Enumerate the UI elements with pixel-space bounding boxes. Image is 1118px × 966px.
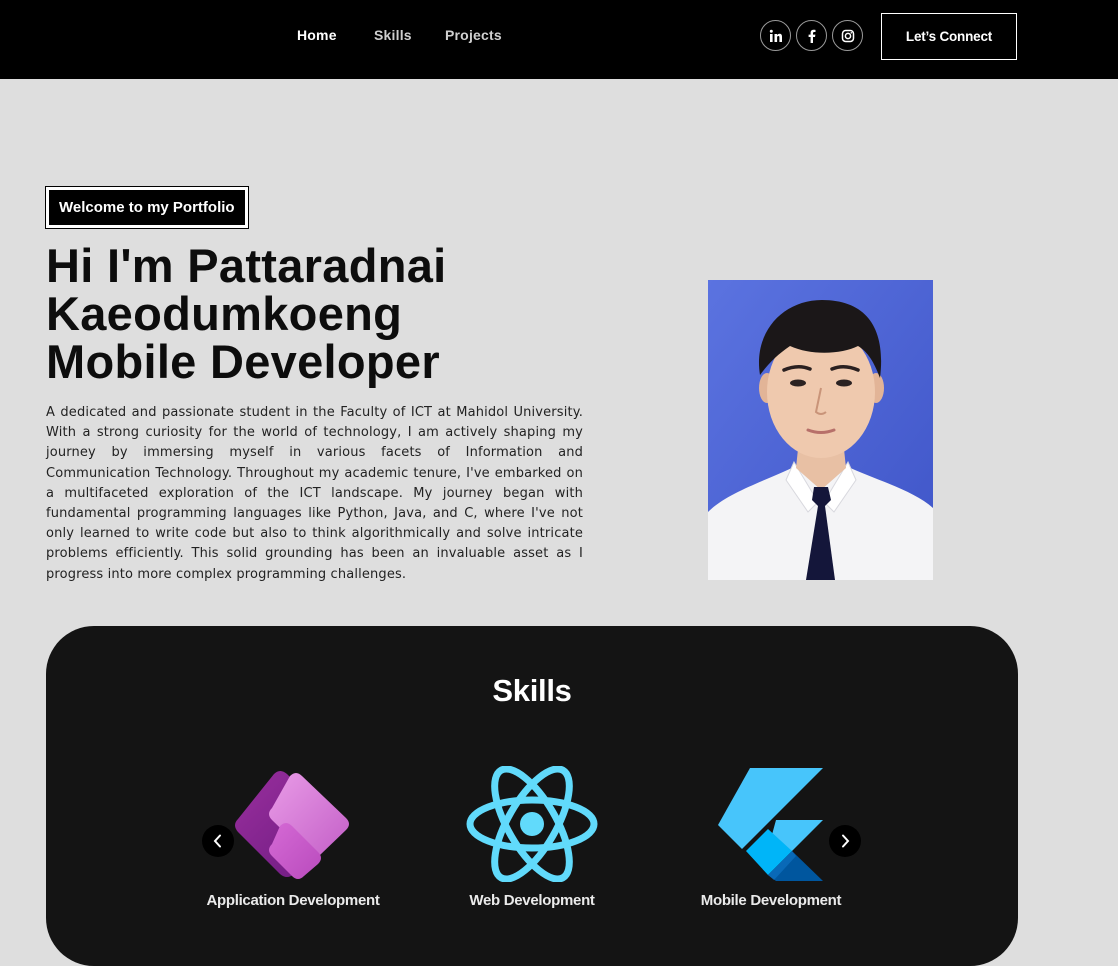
- power-apps-icon: [232, 768, 354, 885]
- profile-photo: [708, 280, 933, 580]
- flutter-icon: [718, 768, 826, 887]
- hero-title-line-2: Kaeodumkoeng: [46, 287, 403, 340]
- skill-label-application-development: Application Development: [206, 892, 380, 909]
- hero-title: Hi I'm Pattaradnai Kaeodumkoeng Mobile D…: [46, 242, 606, 386]
- nav-link-skills[interactable]: Skills: [374, 27, 412, 43]
- skill-label-mobile-development: Mobile Development: [700, 892, 842, 909]
- facebook-icon[interactable]: [796, 20, 827, 51]
- chevron-right-icon: [842, 834, 850, 848]
- lets-connect-button[interactable]: Let’s Connect: [881, 13, 1017, 60]
- hero-description: A dedicated and passionate student in th…: [46, 405, 583, 582]
- navbar: Home Skills Projects Let’s Connect: [0, 0, 1118, 79]
- nav-link-home[interactable]: Home: [297, 27, 337, 43]
- instagram-icon[interactable]: [832, 20, 863, 51]
- skill-label-web-development: Web Development: [469, 892, 595, 909]
- nav-link-projects[interactable]: Projects: [445, 27, 502, 43]
- welcome-tagline: Welcome to my Portfolio: [45, 186, 249, 229]
- linkedin-icon[interactable]: [760, 20, 791, 51]
- chevron-left-icon: [213, 834, 221, 848]
- carousel-next-button[interactable]: [829, 825, 861, 857]
- hero-title-line-3: Mobile Developer: [46, 335, 440, 388]
- carousel-prev-button[interactable]: [202, 825, 234, 857]
- skills-title: Skills: [492, 673, 572, 708]
- react-icon: [464, 765, 600, 887]
- hero-title-line-1: Hi I'm Pattaradnai: [46, 239, 447, 292]
